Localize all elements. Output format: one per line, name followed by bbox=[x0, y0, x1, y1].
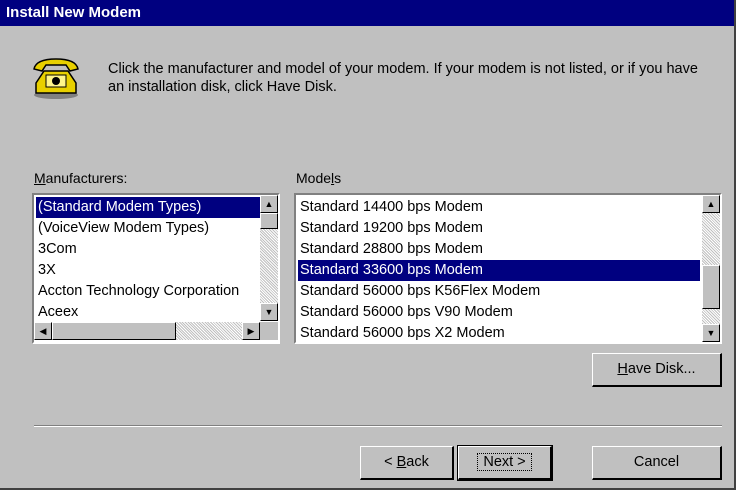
back-button[interactable]: < Back bbox=[360, 446, 454, 480]
window-title: Install New Modem bbox=[6, 4, 142, 21]
model-item[interactable]: Standard 56000 bps V90 Modem bbox=[298, 302, 700, 323]
scroll-up-arrow-icon[interactable]: ▲ bbox=[702, 195, 720, 213]
scroll-down-arrow-icon[interactable]: ▼ bbox=[702, 324, 720, 342]
manufacturers-horizontal-scrollbar[interactable]: ◀ ▶ bbox=[34, 322, 260, 340]
manufacturer-item[interactable]: 3Com bbox=[36, 239, 260, 260]
models-label: Models bbox=[296, 170, 342, 186]
next-button-label: Next > bbox=[477, 453, 532, 471]
scroll-left-arrow-icon[interactable]: ◀ bbox=[34, 322, 52, 340]
model-item[interactable]: Standard 56000 bps X2 Modem bbox=[298, 323, 700, 342]
have-disk-button[interactable]: Have Disk... bbox=[592, 353, 722, 387]
manufacturer-item[interactable]: Accton Technology Corporation bbox=[36, 281, 260, 302]
models-vertical-scrollbar[interactable]: ▲ ▼ bbox=[702, 195, 720, 342]
manufacturers-vertical-scrollbar[interactable]: ▲ ▼ bbox=[260, 195, 278, 321]
cancel-button[interactable]: Cancel bbox=[592, 446, 722, 480]
manufacturers-listbox[interactable]: (Standard Modem Types) (VoiceView Modem … bbox=[32, 193, 280, 344]
scroll-thumb[interactable] bbox=[260, 213, 278, 229]
manufacturer-item[interactable]: (Standard Modem Types) bbox=[36, 197, 260, 218]
manufacturers-label: Manufacturers: bbox=[34, 170, 128, 186]
horizontal-scroll-thumb[interactable] bbox=[52, 322, 176, 340]
manufacturer-item[interactable]: (VoiceView Modem Types) bbox=[36, 218, 260, 239]
scroll-right-arrow-icon[interactable]: ▶ bbox=[242, 322, 260, 340]
model-item[interactable]: Standard 56000 bps K56Flex Modem bbox=[298, 281, 700, 302]
instruction-text: Click the manufacturer and model of your… bbox=[108, 61, 698, 95]
models-listbox[interactable]: Standard 14400 bps Modem Standard 19200 … bbox=[294, 193, 722, 344]
manufacturer-item[interactable]: Aceex bbox=[36, 302, 260, 323]
manufacturer-item[interactable]: 3X bbox=[36, 260, 260, 281]
telephone-icon bbox=[33, 58, 79, 99]
scroll-corner bbox=[260, 322, 278, 340]
scroll-up-arrow-icon[interactable]: ▲ bbox=[260, 195, 278, 213]
model-item[interactable]: Standard 33600 bps Modem bbox=[298, 260, 700, 281]
title-bar: Install New Modem bbox=[0, 0, 734, 26]
install-modem-dialog: Install New Modem Click the manufacturer… bbox=[0, 0, 736, 490]
model-item[interactable]: Standard 19200 bps Modem bbox=[298, 218, 700, 239]
next-button[interactable]: Next > bbox=[457, 445, 553, 481]
cancel-button-label: Cancel bbox=[633, 454, 680, 470]
separator bbox=[34, 425, 722, 427]
model-item[interactable]: Standard 14400 bps Modem bbox=[298, 197, 700, 218]
scroll-thumb[interactable] bbox=[702, 265, 720, 309]
model-item[interactable]: Standard 28800 bps Modem bbox=[298, 239, 700, 260]
scroll-down-arrow-icon[interactable]: ▼ bbox=[260, 303, 278, 321]
